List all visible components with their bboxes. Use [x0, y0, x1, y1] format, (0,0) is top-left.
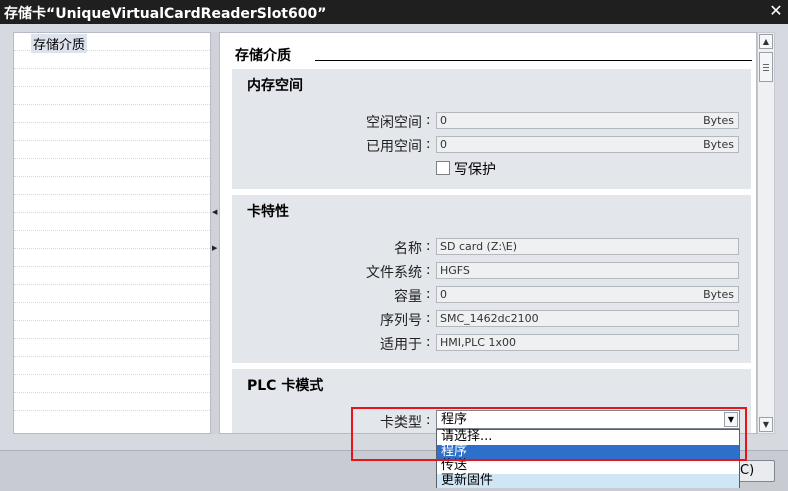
write-protect-checkbox[interactable] [436, 161, 450, 175]
free-space-field: 0 Bytes [436, 112, 739, 129]
serial-number-field: SMC_1462dc2100 [436, 310, 739, 327]
file-system-colon: : [426, 263, 431, 278]
serial-number-label: 序列号 [380, 313, 422, 329]
scroll-thumb[interactable] [759, 52, 773, 82]
card-properties-group: 卡特性 名称 : SD card (Z:\E) 文件系统 : HGFS 容量 :… [232, 195, 751, 363]
capacity-field: 0 Bytes [436, 286, 739, 303]
section-divider [315, 60, 752, 61]
window-title: 存储卡“UniqueVirtualCardReaderSlot600” [4, 6, 327, 22]
expand-right-icon[interactable]: ▶ [212, 244, 218, 252]
capacity-value: 0 [440, 288, 447, 301]
nav-item-storage-media[interactable]: 存储介质 [14, 33, 210, 53]
free-space-colon: : [426, 113, 431, 128]
nav-tree: 存储介质 [13, 32, 211, 434]
scroll-up-icon[interactable]: ▲ [759, 34, 773, 49]
dropdown-option-transfer[interactable]: 传送 [437, 459, 739, 474]
collapse-left-icon[interactable]: ◀ [212, 208, 218, 216]
free-space-value: 0 [440, 114, 447, 127]
capacity-colon: : [426, 287, 431, 302]
highlight-box [351, 407, 747, 461]
card-name-label: 名称 [394, 241, 422, 257]
used-space-field: 0 Bytes [436, 136, 739, 153]
applies-to-field: HMI,PLC 1x00 [436, 334, 739, 351]
used-space-value: 0 [440, 138, 447, 151]
applies-to-label: 适用于 [380, 337, 422, 353]
write-protect-label: 写保护 [454, 162, 496, 178]
capacity-label: 容量 [394, 289, 422, 305]
memory-group-title: 内存空间 [247, 78, 303, 94]
close-icon[interactable]: ✕ [766, 1, 786, 21]
dropdown-option-update-firmware[interactable]: 更新固件 [437, 473, 739, 488]
free-space-unit: Bytes [703, 114, 734, 127]
used-space-colon: : [426, 137, 431, 152]
card-name-field: SD card (Z:\E) [436, 238, 739, 255]
file-system-value: HGFS [440, 264, 470, 277]
card-name-colon: : [426, 239, 431, 254]
file-system-label: 文件系统 [366, 265, 422, 281]
vertical-scrollbar[interactable]: ▲ ▼ [757, 32, 775, 434]
section-title: 存储介质 [235, 48, 291, 64]
used-space-unit: Bytes [703, 138, 734, 151]
card-properties-title: 卡特性 [247, 204, 289, 220]
file-system-field: HGFS [436, 262, 739, 279]
capacity-unit: Bytes [703, 288, 734, 301]
scroll-down-icon[interactable]: ▼ [759, 417, 773, 432]
used-space-label: 已用空间 [366, 139, 422, 155]
free-space-label: 空闲空间 [366, 115, 422, 131]
plc-card-mode-title: PLC 卡模式 [247, 378, 324, 394]
memory-group: 内存空间 空闲空间 : 0 Bytes 已用空间 : 0 Bytes 写保护 [232, 69, 751, 189]
properties-pane: 存储介质 内存空间 空闲空间 : 0 Bytes 已用空间 : 0 Bytes … [219, 32, 757, 434]
serial-number-value: SMC_1462dc2100 [440, 312, 539, 325]
title-bar: 存储卡“UniqueVirtualCardReaderSlot600” ✕ [0, 0, 788, 24]
serial-number-colon: : [426, 311, 431, 326]
pane-splitter[interactable]: ◀ ▶ [211, 32, 219, 434]
applies-to-value: HMI,PLC 1x00 [440, 336, 516, 349]
applies-to-colon: : [426, 335, 431, 350]
card-name-value: SD card (Z:\E) [440, 240, 518, 253]
